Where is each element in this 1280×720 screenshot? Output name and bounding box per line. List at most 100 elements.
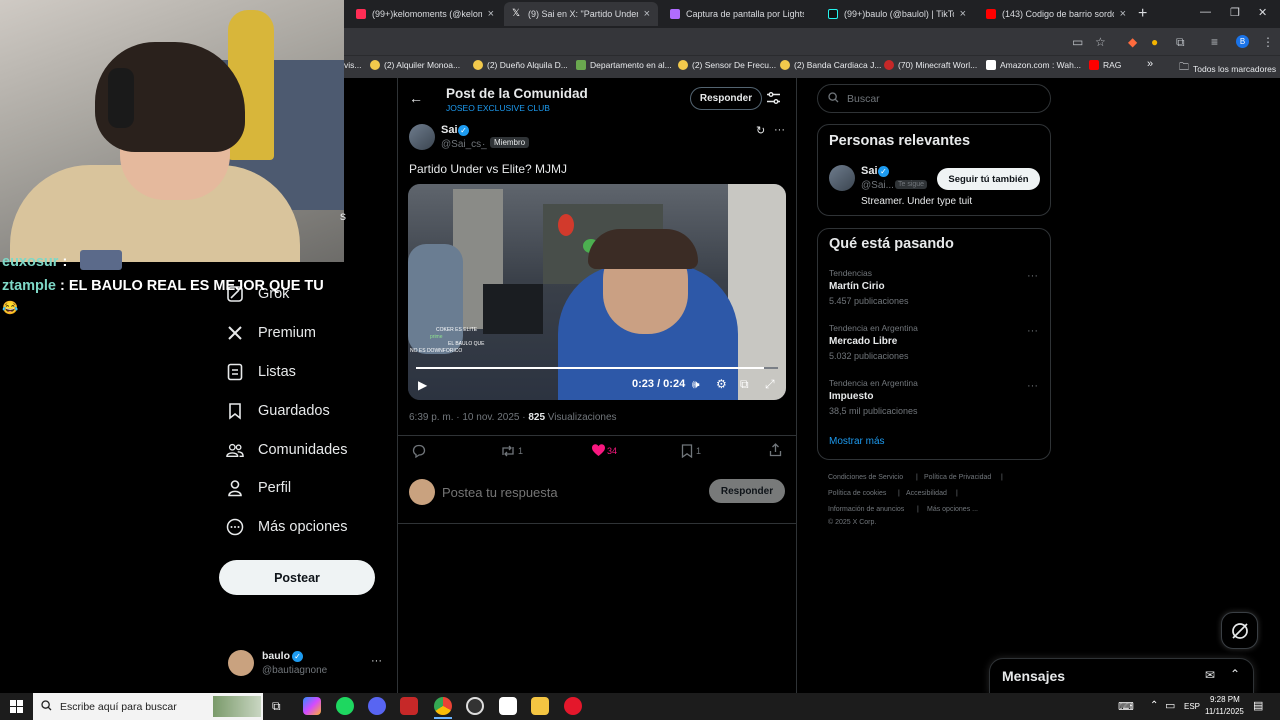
close-window-icon[interactable]: ✕ xyxy=(1258,6,1267,19)
network-icon[interactable]: ▭ xyxy=(1165,699,1175,712)
bookmark-item[interactable]: (2) Dueño Alquila D... xyxy=(473,60,568,70)
copilot-icon[interactable] xyxy=(303,697,321,715)
account-switcher[interactable]: baulo ✓ @bautiagnone ··· xyxy=(228,648,388,680)
post-author-handle[interactable]: @Sai_cs_ xyxy=(441,139,487,150)
expand-chevron-icon[interactable]: ⌃ xyxy=(1230,667,1240,681)
grok-explain-icon[interactable]: ↻ xyxy=(756,124,765,137)
bookmarks-overflow-button[interactable]: » xyxy=(1147,58,1153,70)
settings-gear-icon[interactable]: ⚙ xyxy=(716,377,727,391)
bookmark-item[interactable]: (2) Alquiler Monoa... xyxy=(370,60,460,70)
clock-date[interactable]: 11/11/2025 xyxy=(1205,707,1244,716)
sidebar-item-profile[interactable]: Perfil xyxy=(226,479,291,497)
footer-link-accessibility[interactable]: Accesibilidad xyxy=(906,490,947,497)
bookmark-icon[interactable] xyxy=(681,444,693,463)
avatar[interactable] xyxy=(829,165,855,191)
volume-icon[interactable]: 🕪 xyxy=(692,377,700,392)
relevant-person-name[interactable]: Sai xyxy=(861,165,878,177)
obs-icon[interactable] xyxy=(466,697,484,715)
browser-tab-x-post[interactable]: 𝕏 (9) Sai en X: "Partido Under vs I × xyxy=(504,2,658,26)
sidebar-item-premium[interactable]: Premium xyxy=(226,324,316,342)
footer-link-terms[interactable]: Condiciones de Servicio xyxy=(828,474,903,481)
browser-tab-youtube[interactable]: (143) Codigo de barrio sordo r × xyxy=(978,2,1134,26)
community-name-link[interactable]: JOSEO EXCLUSIVE CLUB xyxy=(446,103,550,113)
tab-close-icon[interactable]: × xyxy=(1120,8,1126,20)
browser-tab-kelomoments[interactable]: (99+)kelomoments (@kelomon × xyxy=(348,2,502,26)
like-heart-icon[interactable] xyxy=(591,443,606,462)
play-icon[interactable]: ▶ xyxy=(418,378,427,392)
follow-back-button[interactable]: Seguir tú también xyxy=(937,168,1040,190)
profile-avatar[interactable]: B xyxy=(1236,35,1249,48)
cast-icon[interactable]: ▭ xyxy=(1072,35,1083,49)
chrome-icon[interactable] xyxy=(434,697,452,715)
avatar[interactable] xyxy=(409,124,435,150)
trend-more-icon[interactable]: ··· xyxy=(1027,270,1038,282)
tab-close-icon[interactable]: × xyxy=(644,8,650,20)
task-view-icon[interactable]: ⧉ xyxy=(272,699,281,714)
search-box[interactable]: Buscar xyxy=(817,84,1051,113)
notifications-icon[interactable]: ▤ xyxy=(1253,699,1263,712)
reply-submit-button[interactable]: Responder xyxy=(709,479,785,503)
minimize-icon[interactable]: — xyxy=(1200,6,1211,18)
all-bookmarks-folder[interactable]: 🗀 Todos los marcadores xyxy=(1179,60,1276,77)
sidebar-item-lists[interactable]: Listas xyxy=(226,363,296,381)
trend-name[interactable]: Martín Cirio xyxy=(829,281,885,292)
sidebar-item-more-options[interactable]: Más opciones xyxy=(226,518,347,536)
capcut-icon[interactable] xyxy=(499,697,517,715)
show-more-link[interactable]: Mostrar más xyxy=(829,436,885,447)
new-message-icon[interactable]: ✉ xyxy=(1205,668,1215,682)
bookmark-item[interactable]: Amazon.com : Wah... xyxy=(986,60,1081,70)
bookmark-item[interactable]: (2) Sensor De Frecu... xyxy=(678,60,776,70)
bookmark-item[interactable]: (70) Minecraft Worl... xyxy=(884,60,977,70)
bookmark-item[interactable]: vis... xyxy=(344,60,361,70)
discord-icon[interactable] xyxy=(368,697,386,715)
account-more-icon[interactable]: ··· xyxy=(371,655,382,667)
footer-link-privacy[interactable]: Política de Privacidad xyxy=(924,474,991,481)
back-arrow-icon[interactable]: ← xyxy=(409,90,423,106)
browser-tab-lightshot[interactable]: Captura de pantalla por Lightsh xyxy=(662,2,812,26)
messages-drawer[interactable]: Mensajes ✉ ⌃ xyxy=(989,658,1254,694)
tray-chevron-icon[interactable]: ⌃ xyxy=(1150,700,1158,711)
sidebar-item-bookmarks[interactable]: Guardados xyxy=(226,402,330,420)
trend-more-icon[interactable]: ··· xyxy=(1027,380,1038,392)
trend-more-icon[interactable]: ··· xyxy=(1027,325,1038,337)
reply-icon[interactable] xyxy=(412,444,426,463)
footer-link-ads-info[interactable]: Información de anuncios xyxy=(828,506,904,513)
bookmark-star-icon[interactable]: ☆ xyxy=(1095,35,1106,49)
header-reply-button[interactable]: Responder xyxy=(690,87,762,110)
windows-start-icon[interactable] xyxy=(10,700,23,718)
spotify-icon[interactable] xyxy=(336,697,354,715)
grok-float-button[interactable] xyxy=(1221,612,1258,649)
post-timestamp[interactable]: 6:39 p. m. · 10 nov. 2025 · xyxy=(409,412,528,423)
reading-list-icon[interactable]: ≡ xyxy=(1211,35,1218,49)
clock-time[interactable]: 9:28 PM xyxy=(1210,695,1240,704)
browser-tab-tiktok-baulo[interactable]: (99+)baulo (@baulol) | TikTok × xyxy=(820,2,974,26)
taskbar-search[interactable]: Escribe aquí para buscar xyxy=(33,693,263,720)
opera-icon[interactable] xyxy=(564,697,582,715)
fullscreen-icon[interactable]: ⤢ xyxy=(765,377,775,392)
repost-icon[interactable] xyxy=(500,444,516,463)
tab-close-icon[interactable]: × xyxy=(960,8,966,20)
voicemeeter-icon[interactable] xyxy=(400,697,418,715)
keyboard-icon[interactable]: ⌨ xyxy=(1118,700,1134,713)
bookmark-item[interactable]: Departamento en al... xyxy=(576,60,672,70)
picture-in-picture-icon[interactable]: ⧉ xyxy=(740,377,749,392)
restore-icon[interactable]: ❐ xyxy=(1230,6,1240,19)
extension-fox-icon[interactable]: ◆ xyxy=(1128,35,1137,49)
post-more-icon[interactable]: ··· xyxy=(774,124,785,136)
new-tab-button[interactable]: + xyxy=(1138,5,1147,23)
file-explorer-icon[interactable] xyxy=(531,697,549,715)
extension-color-icon[interactable]: ● xyxy=(1151,35,1158,49)
filter-sliders-icon[interactable] xyxy=(766,91,781,110)
trend-name[interactable]: Impuesto xyxy=(829,391,873,402)
reply-input[interactable] xyxy=(442,482,692,502)
share-icon[interactable] xyxy=(769,443,782,462)
tab-close-icon[interactable]: × xyxy=(488,8,494,20)
post-button[interactable]: Postear xyxy=(219,560,375,595)
footer-link-more-options[interactable]: Más opciones ... xyxy=(927,506,978,513)
sidebar-item-communities[interactable]: Comunidades xyxy=(226,441,347,459)
bookmark-item[interactable]: RAG xyxy=(1089,60,1121,70)
language-indicator[interactable]: ESP xyxy=(1184,702,1200,711)
footer-link-cookies[interactable]: Política de cookies xyxy=(828,490,886,497)
post-author-name[interactable]: Sai xyxy=(441,124,458,136)
bookmark-item[interactable]: (2) Banda Cardiaca J... xyxy=(780,60,881,70)
